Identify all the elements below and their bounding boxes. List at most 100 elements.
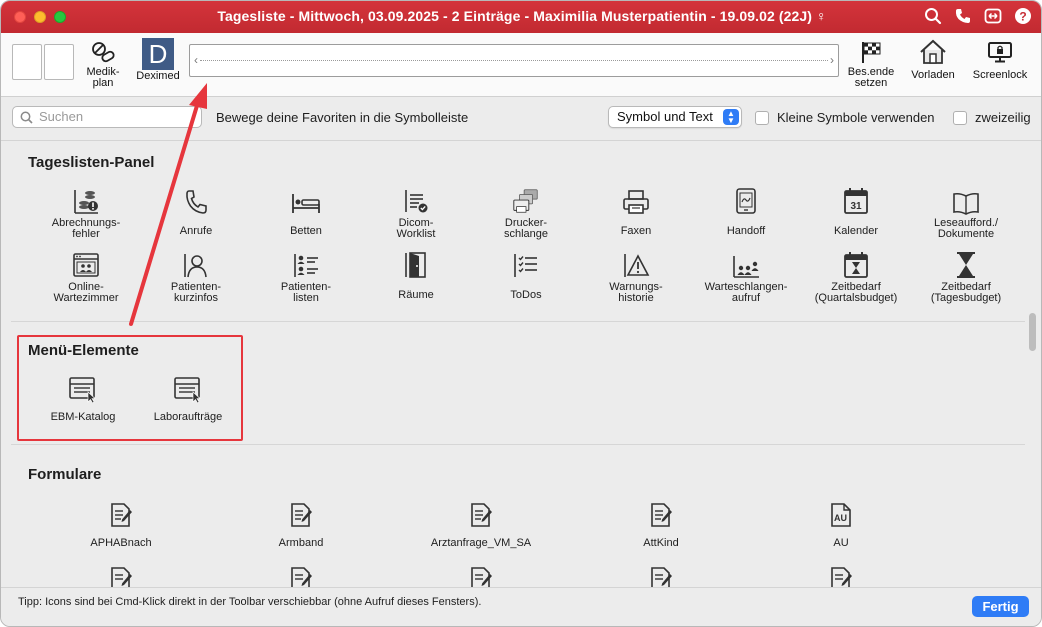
form-item-label: AU [833, 537, 849, 549]
au-badge: AU [834, 513, 847, 523]
panel-item-patientenkurzinfos[interactable]: Patienten- kurzinfos [141, 247, 251, 304]
panel-item-label-1: Anrufe [179, 225, 213, 237]
panel-item-warteschlangenaufruf[interactable]: Warteschlangen- aufruf [691, 247, 801, 304]
panel-item-label-1: Kalender [833, 225, 879, 237]
form-item-arztanfrage[interactable]: Arztanfrage_VM_SA [426, 497, 536, 549]
form-item-next[interactable] [606, 561, 716, 587]
help-glyph: ? [1019, 10, 1026, 24]
form-item-next[interactable] [246, 561, 356, 587]
panel-item-label-2: Worklist [396, 228, 436, 240]
status-bar: Tipp: Icons sind bei Cmd-Klick direkt in… [1, 587, 1041, 626]
panel-item-todos[interactable]: ToDos [471, 247, 581, 301]
form-icon [106, 561, 136, 587]
panel-item-druckerschlange[interactable]: Drucker- schlange [471, 183, 581, 240]
vorladen-button[interactable]: Vorladen [907, 37, 959, 81]
au-form-icon: AU [826, 497, 856, 529]
panel-item-betten[interactable]: Betten [251, 183, 361, 237]
section-title-forms: Formulare [28, 466, 102, 483]
panel-item-zeitbedarf-tag[interactable]: Zeitbedarf (Tagesbudget) [911, 247, 1021, 304]
empty-toolbar-slot-1[interactable] [12, 44, 42, 80]
panel-item-label-1: Räume [398, 289, 434, 301]
form-item-au[interactable]: AU AU [786, 497, 896, 549]
panel-item-label-2: (Tagesbudget) [930, 292, 1002, 304]
search-placeholder: Suchen [39, 109, 84, 124]
hourglass-icon [951, 247, 981, 279]
phone-icon [181, 183, 211, 215]
monitor-lock-icon [983, 37, 1017, 67]
help-icon[interactable]: ? [1013, 6, 1033, 26]
deximed-button[interactable]: D Deximed [134, 37, 182, 82]
todo-icon [511, 247, 541, 279]
window-title: Tagesliste - Mittwoch, 03.09.2025 - 2 Ei… [217, 8, 827, 24]
patient-list-icon [291, 247, 321, 279]
screenlock-button[interactable]: Screenlock [969, 37, 1031, 81]
title-bar: Tagesliste - Mittwoch, 03.09.2025 - 2 Ei… [1, 1, 1041, 33]
window: Tagesliste - Mittwoch, 03.09.2025 - 2 Ei… [0, 0, 1042, 627]
form-item-next[interactable] [66, 561, 176, 587]
done-button[interactable]: Fertig [972, 596, 1029, 617]
panel-item-kalender[interactable]: 31 Kalender [801, 183, 911, 237]
search-icon [20, 110, 33, 130]
panel-item-label-1: Betten [290, 225, 322, 237]
form-item-aphabnach[interactable]: APHABnach [66, 497, 176, 549]
scrollbar-thumb[interactable] [1029, 313, 1036, 351]
form-item-next[interactable] [786, 561, 896, 587]
display-mode-select[interactable]: Symbol und Text ▲ ▼ [608, 106, 742, 128]
search-input[interactable]: Suchen [12, 106, 202, 128]
form-icon [466, 497, 496, 529]
handoff-icon [731, 183, 761, 215]
slot-right-marker: › [830, 53, 834, 67]
panel-item-abrechnungsfehler[interactable]: Abrechnungs- fehler [31, 183, 141, 240]
form-icon [466, 561, 496, 587]
display-mode-value: Symbol und Text [617, 109, 713, 124]
two-rows-box[interactable] [953, 110, 967, 125]
form-icon [826, 561, 856, 587]
printer-queue-icon [511, 183, 541, 215]
door-icon [401, 247, 431, 279]
panel-item-warnungshistorie[interactable]: Warnungs- historie [581, 247, 691, 304]
form-icon [286, 561, 316, 587]
small-icons-checkbox[interactable]: Kleine Symbole verwenden [755, 110, 935, 125]
small-icons-box[interactable] [755, 110, 769, 125]
book-icon [951, 183, 981, 215]
patient-info-icon [181, 247, 211, 279]
medikplan-button[interactable]: Medik- plan [83, 37, 123, 89]
panel-item-online-wartezimmer[interactable]: Online- Wartezimmer [31, 247, 141, 304]
online-waiting-room-icon [71, 247, 101, 279]
form-icon [286, 497, 316, 529]
panel-item-zeitbedarf-quartal[interactable]: Zeitbedarf (Quartalsbudget) [801, 247, 911, 304]
form-item-label: Armband [278, 537, 324, 549]
section-divider [11, 444, 1025, 445]
title-icons: ? [923, 6, 1033, 26]
besende-setzen-button[interactable]: Bes.ende setzen [845, 37, 897, 89]
chevron-updown-icon: ▲ ▼ [723, 109, 739, 125]
section-title-panel: Tageslisten-Panel [28, 154, 155, 171]
empty-toolbar-slot-2[interactable] [44, 44, 74, 80]
phone-icon[interactable] [953, 6, 973, 26]
panel-item-leseaufford[interactable]: Leseaufford./ Dokumente [911, 183, 1021, 240]
form-item-next[interactable] [426, 561, 536, 587]
slot-dotted-line [200, 60, 828, 61]
panel-item-faxen[interactable]: Faxen [581, 183, 691, 237]
panel-item-raeume[interactable]: Räume [361, 247, 471, 301]
panel-item-anrufe[interactable]: Anrufe [141, 183, 251, 237]
panel-item-handoff[interactable]: Handoff [691, 183, 801, 237]
toolbar-drop-area[interactable]: ‹ › [189, 44, 839, 77]
scrollbar-track[interactable] [1025, 141, 1041, 587]
panel-item-patientenlisten[interactable]: Patienten- listen [251, 247, 361, 304]
panel-item-label-2: Wartezimmer [53, 292, 119, 304]
form-item-label: APHABnach [90, 537, 152, 549]
panel-item-dicom-worklist[interactable]: Dicom- Worklist [361, 183, 471, 240]
search-icon[interactable] [923, 6, 943, 26]
calendar-hourglass-icon [841, 247, 871, 279]
section-divider [11, 321, 1025, 322]
panel-item-label-2: listen [293, 292, 319, 304]
form-item-attkind[interactable]: AttKind [606, 497, 716, 549]
queue-call-icon [731, 247, 761, 279]
besende-label-2: setzen [854, 77, 888, 89]
form-icon [106, 497, 136, 529]
form-item-armband[interactable]: Armband [246, 497, 356, 549]
two-rows-checkbox[interactable]: zweizeilig [953, 110, 1031, 125]
form-icon [646, 497, 676, 529]
transfer-icon[interactable] [983, 6, 1003, 26]
